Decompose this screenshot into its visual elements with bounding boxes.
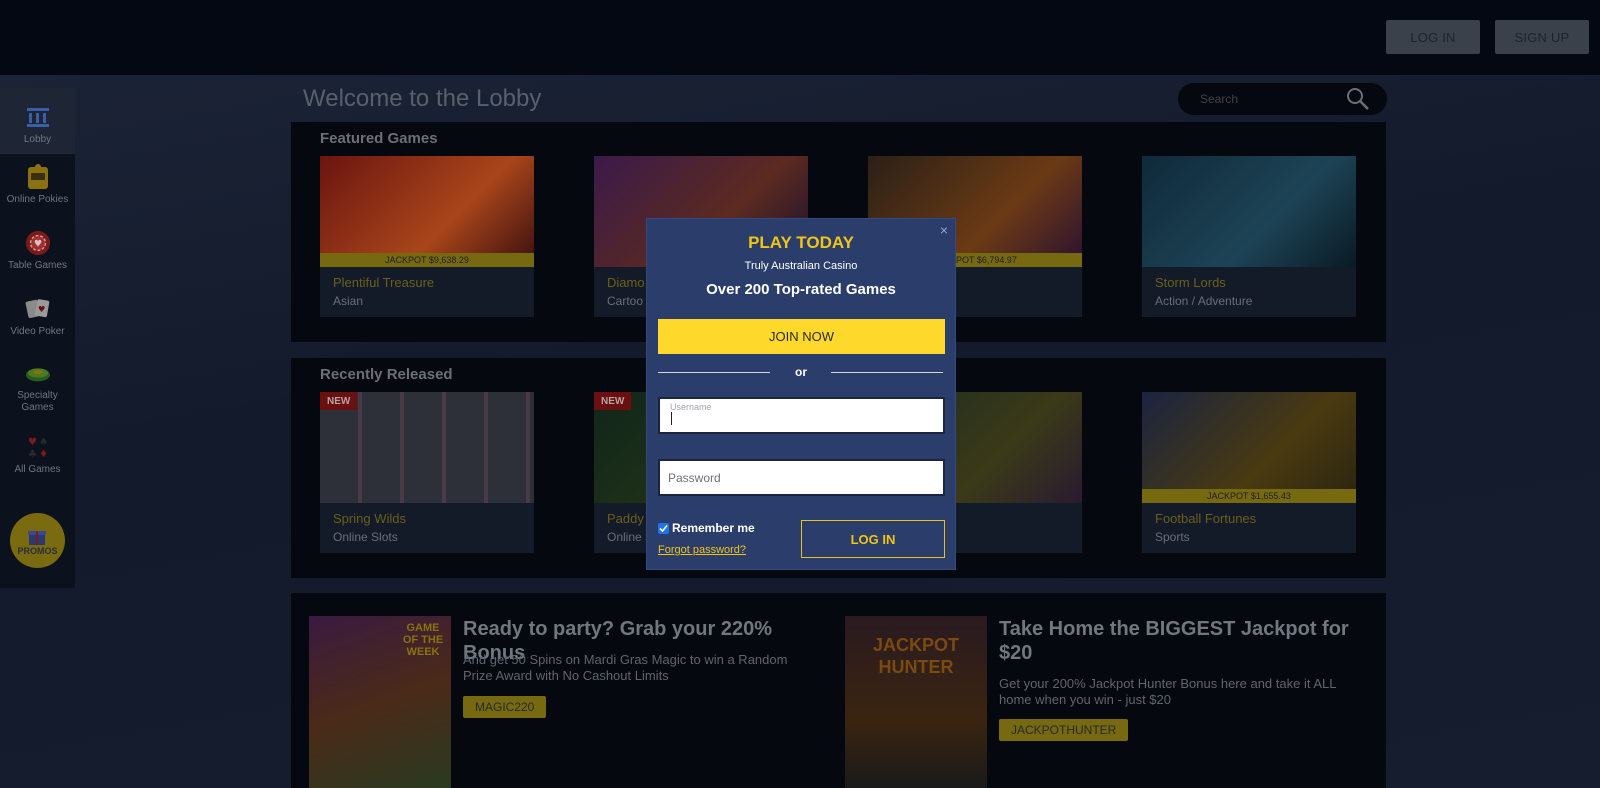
promo-image-mardi-gras: GAME OF THE WEEK — [309, 616, 451, 788]
modal-heading: Over 200 Top-rated Games — [706, 281, 896, 298]
username-input[interactable] — [668, 412, 928, 430]
remember-me[interactable]: Remember me — [658, 521, 755, 535]
game-category: Cartoo — [607, 294, 644, 308]
featured-games-title: Featured Games — [320, 130, 438, 147]
top-bar: LOG IN SIGN UP — [0, 0, 1600, 75]
game-name: Spring Wilds — [333, 511, 406, 526]
check-icon — [659, 524, 668, 532]
sidebar-item-all-games[interactable]: ♥ ♠ ♣ ♦ All Games — [0, 434, 75, 478]
slot-machine-icon — [25, 164, 51, 190]
promo-image-jackpot-hunter: JACKPOT HUNTER — [845, 616, 987, 788]
sidebar-item-online-pokies[interactable]: Online Pokies — [0, 164, 75, 224]
search-icon[interactable] — [1346, 87, 1370, 116]
promotions-panel: GAME OF THE WEEK Ready to party? Grab yo… — [291, 593, 1386, 788]
svg-text:♠: ♠ — [38, 437, 47, 448]
promo-image-label: JACKPOT HUNTER — [872, 635, 959, 677]
svg-text:♥: ♥ — [37, 304, 44, 314]
modal-subtitle: Truly Australian Casino — [744, 260, 858, 272]
login-modal: × PLAY TODAY Truly Australian Casino Ove… — [646, 218, 956, 570]
sidebar-item-specialty-games[interactable]: Specialty Games — [0, 360, 75, 420]
game-card-football-fortunes[interactable]: JACKPOT $1,655.43 Football Fortunes Spor… — [1142, 392, 1356, 553]
svg-text:♥: ♥ — [33, 239, 41, 250]
password-input[interactable] — [668, 469, 928, 487]
svg-text:♦: ♦ — [38, 449, 47, 460]
roulette-icon — [25, 360, 51, 386]
game-card-plentiful-treasure[interactable]: JACKPOT $9,638.29 Plentiful Treasure Asi… — [320, 156, 534, 317]
game-category: Action / Adventure — [1155, 294, 1253, 308]
modal-login-button[interactable]: LOG IN — [801, 520, 945, 558]
sidebar-item-table-games[interactable]: ♥ Table Games — [0, 230, 75, 290]
forgot-password-link[interactable]: Forgot password? — [658, 544, 746, 556]
join-now-button[interactable]: JOIN NOW — [658, 319, 945, 354]
modal-title: PLAY TODAY — [748, 233, 854, 252]
game-thumbnail — [1142, 392, 1356, 503]
new-badge: NEW — [594, 392, 632, 410]
search-box — [1178, 83, 1387, 115]
game-name: Diamo — [607, 275, 645, 290]
recent-games-title: Recently Released — [320, 366, 453, 383]
promos-button[interactable]: PROMOS — [10, 513, 65, 568]
game-card-storm-lords[interactable]: Storm Lords Action / Adventure — [1142, 156, 1356, 317]
svg-text:♥: ♥ — [27, 437, 36, 448]
jackpot-badge: JACKPOT $1,655.43 — [1142, 489, 1356, 503]
promo-code-button[interactable]: JACKPOTHUNTER — [999, 719, 1129, 741]
page-title: Welcome to the Lobby — [303, 85, 542, 112]
username-field[interactable]: Username — [658, 397, 945, 434]
game-name: Football Fortunes — [1155, 511, 1257, 526]
jackpot-badge: JACKPOT $9,638.29 — [320, 253, 534, 267]
game-category: Sports — [1155, 530, 1190, 544]
promos-label: PROMOS — [17, 545, 58, 556]
username-label: Username — [670, 402, 712, 412]
search-input[interactable] — [1200, 91, 1340, 107]
sidebar-item-lobby[interactable]: Lobby — [0, 88, 75, 154]
remember-checkbox[interactable] — [658, 522, 669, 534]
sidebar-item-label: Specialty Games — [17, 390, 58, 413]
sidebar-item-video-poker[interactable]: ♥ Video Poker — [0, 296, 75, 356]
promo-title: Take Home the BIGGEST Jackpot for $20 — [999, 618, 1349, 664]
game-category: Asian — [333, 294, 364, 308]
or-separator: or — [795, 365, 807, 379]
svg-text:♣: ♣ — [27, 449, 36, 460]
promo-image-label: GAME OF THE WEEK — [402, 622, 444, 658]
promo-code-button[interactable]: MAGIC220 — [463, 696, 547, 718]
remember-label: Remember me — [672, 521, 755, 535]
promo-text: And get 50 Spins on Mardi Gras Magic to … — [463, 652, 788, 683]
game-thumbnail — [320, 156, 534, 267]
game-name: Paddy — [607, 511, 644, 526]
game-card-spring-wilds[interactable]: NEW Spring Wilds Online Slots — [320, 392, 534, 553]
game-name: Plentiful Treasure — [333, 275, 435, 290]
card-suits-icon: ♥ ♠ ♣ ♦ — [25, 434, 51, 460]
game-category: Online Slots — [333, 530, 398, 544]
sidebar-item-label: Lobby — [23, 134, 52, 145]
game-thumbnail — [1142, 156, 1356, 267]
header-login-button[interactable]: LOG IN — [1386, 20, 1480, 54]
sidebar-item-label: All Games — [14, 464, 61, 475]
password-field[interactable] — [658, 459, 945, 496]
sidebar: Lobby Online Pokies ♥ Table Games ♥ Vide… — [0, 88, 75, 588]
sidebar-item-label: Video Poker — [10, 326, 65, 337]
promo-text: Get your 200% Jackpot Hunter Bonus here … — [999, 676, 1337, 707]
poker-chip-icon: ♥ — [25, 230, 51, 256]
header-signup-button[interactable]: SIGN UP — [1495, 20, 1589, 54]
sidebar-item-label: Table Games — [8, 260, 67, 271]
sidebar-item-label: Online Pokies — [6, 194, 69, 205]
lobby-icon — [25, 104, 51, 130]
game-name: Storm Lords — [1155, 275, 1226, 290]
cards-icon: ♥ — [25, 296, 51, 322]
new-badge: NEW — [320, 392, 358, 410]
gift-icon — [28, 530, 47, 545]
